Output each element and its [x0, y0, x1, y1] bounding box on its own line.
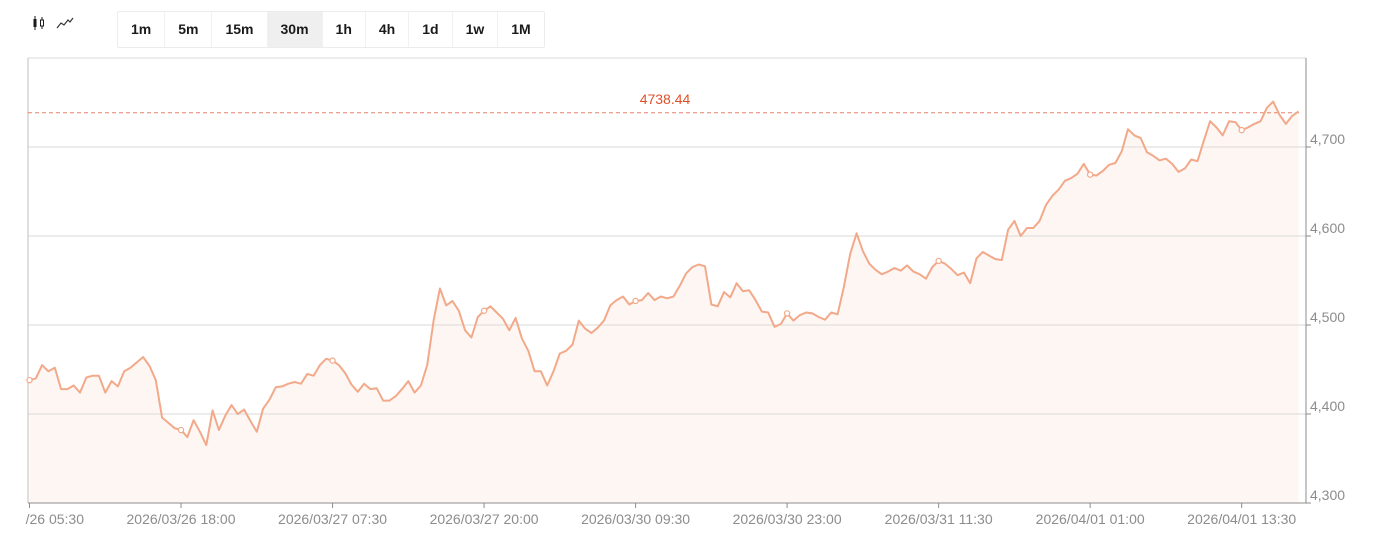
price-area-fill	[29, 101, 1299, 503]
x-tick-label: 2026/03/30 23:00	[733, 511, 842, 527]
price-chart[interactable]: 4,3004,4004,5004,6004,7002026/03/26 05:3…	[0, 0, 1387, 554]
price-point-marker	[329, 357, 336, 364]
y-tick-label: 4,400	[1310, 398, 1345, 414]
x-tick-label: 2026/03/27 20:00	[430, 511, 539, 527]
x-tick-label: 2026/03/30 09:30	[581, 511, 690, 527]
left-edge-mask	[0, 509, 25, 533]
price-point-marker	[1238, 126, 1245, 134]
y-tick-label: 4,300	[1310, 487, 1345, 503]
x-tick-label: 2026/03/27 07:30	[278, 511, 387, 527]
y-tick-label: 4,600	[1310, 220, 1345, 236]
y-tick-label: 4,700	[1310, 131, 1345, 147]
price-point-marker	[177, 426, 185, 434]
current-price-label: 4738.44	[640, 91, 691, 107]
price-point-marker	[1086, 171, 1094, 178]
x-tick-label: 2026/04/01 13:30	[1187, 511, 1296, 527]
y-tick-label: 4,500	[1310, 309, 1345, 325]
price-point-marker	[632, 297, 639, 305]
price-point-marker	[480, 307, 488, 314]
x-tick-label: 2026/03/31 11:30	[885, 511, 993, 527]
price-point-marker	[783, 310, 791, 317]
x-tick-label: 2026/03/26 18:00	[127, 511, 236, 527]
price-point-marker	[935, 257, 942, 265]
x-tick-label: 2026/04/01 01:00	[1036, 511, 1145, 527]
price-point-marker	[26, 376, 33, 384]
